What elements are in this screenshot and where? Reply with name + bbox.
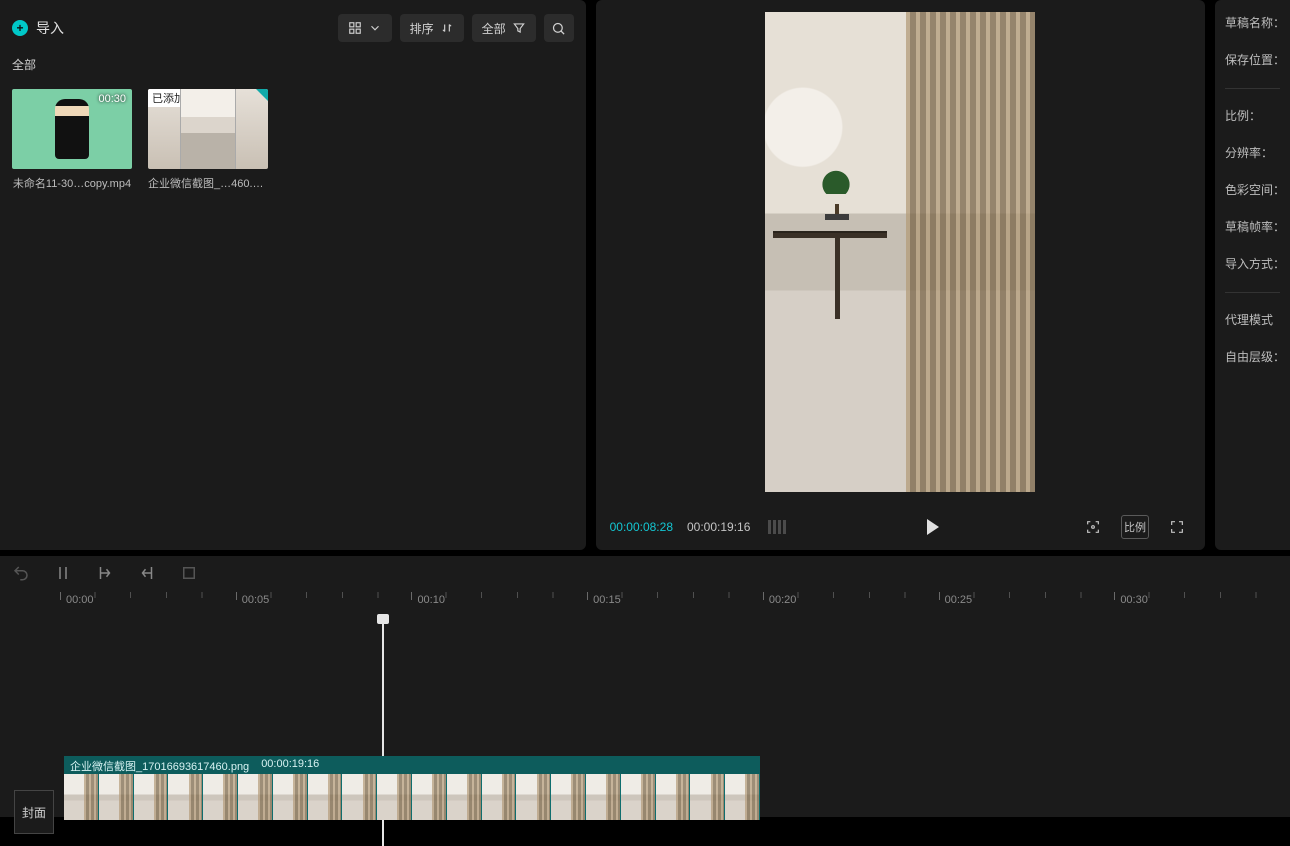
import-button[interactable]: + 导入 [12,18,64,38]
trim-left-button[interactable] [96,564,114,585]
view-mode-button[interactable] [338,14,392,42]
aspect-button[interactable]: 比例 [1121,515,1149,539]
media-item-video[interactable]: 00:30 未命名11-30…copy.mp4 [12,89,132,191]
search-icon [551,21,566,36]
filter-label: 全部 [482,20,506,37]
ruler-tick: 00:15 [593,594,621,606]
trim-right-icon [138,564,156,582]
prop-resolution: 分辨率： [1225,144,1280,161]
trim-left-icon [96,564,114,582]
media-item-image[interactable]: 已添加 企业微信截图_…460.png [148,89,268,191]
preview-panel: 00:00:08:28 00:00:19:16 比例 [596,0,1205,550]
prop-import-mode: 导入方式： [1225,255,1280,272]
sort-button[interactable]: 排序 [400,14,464,42]
crop-icon [180,564,198,582]
ruler-tick: 00:25 [945,594,973,606]
reset-zoom-button[interactable] [1079,515,1107,539]
prop-draft-fps: 草稿帧率： [1225,218,1280,235]
filter-icon [512,21,526,35]
clip-duration: 00:00:19:16 [261,758,319,772]
play-button[interactable] [927,519,939,535]
timeline-tools [0,556,1290,592]
undo-button[interactable] [12,564,30,585]
tab-all[interactable]: 全部 [12,58,36,72]
sort-icon [440,21,454,35]
fullscreen-button[interactable] [1163,515,1191,539]
undo-icon [12,564,30,582]
focus-icon [1085,519,1101,535]
cover-button[interactable]: 封面 [14,790,54,834]
ruler-tick: 00:30 [1120,594,1148,606]
corner-mark-icon [256,89,268,101]
media-grid: 00:30 未命名11-30…copy.mp4 已添加 企业微信截图_…460.… [0,81,586,199]
ruler-tick: 00:10 [417,594,445,606]
media-toolbar: + 导入 排序 全部 [0,0,586,56]
media-filename: 企业微信截图_…460.png [148,175,268,191]
clip-header: 企业微信截图_17016693617460.png 00:00:19:16 [64,756,760,774]
media-duration: 00:30 [98,93,126,105]
clip-name: 企业微信截图_17016693617460.png [70,758,249,772]
split-icon [54,564,72,582]
timeline-panel: 00:00 00:05 00:10 00:15 00:20 00:25 00:3… [0,556,1290,817]
filter-button[interactable]: 全部 [472,14,536,42]
timecode-total: 00:00:19:16 [687,520,750,534]
grid-icon [348,21,362,35]
preview-frame [765,12,1035,492]
prop-color-space: 色彩空间： [1225,181,1280,198]
preview-stage[interactable] [596,0,1205,504]
media-panel: + 导入 排序 全部 [0,0,586,550]
clip-thumbs [64,774,760,820]
import-label: 导入 [36,18,64,38]
timeline-ruler[interactable]: 00:00 00:05 00:10 00:15 00:20 00:25 00:3… [60,592,1290,616]
aspect-label: 比例 [1124,519,1146,535]
fullscreen-icon [1169,519,1185,535]
preview-bar: 00:00:08:28 00:00:19:16 比例 [596,504,1205,550]
cover-label: 封面 [22,804,46,821]
ruler-tick: 00:00 [66,594,94,606]
timeline-tracks[interactable]: 封面 企业微信截图_17016693617460.png 00:00:19:16 [0,616,1290,817]
prop-ratio: 比例： [1225,88,1280,124]
ruler-tick: 00:05 [242,594,270,606]
ruler-tick: 00:20 [769,594,797,606]
columns-icon[interactable] [768,520,786,534]
chevron-down-icon [368,21,382,35]
timecode-current: 00:00:08:28 [610,520,673,534]
media-filename: 未命名11-30…copy.mp4 [12,175,132,191]
prop-save-path: 保存位置： [1225,51,1280,68]
prop-proxy-mode: 代理模式 [1225,292,1280,328]
split-button[interactable] [54,564,72,585]
timeline-clip[interactable]: 企业微信截图_17016693617460.png 00:00:19:16 [64,756,760,820]
crop-button[interactable] [180,564,198,585]
prop-free-layer: 自由层级： [1225,348,1280,365]
sort-label: 排序 [410,20,434,37]
trim-right-button[interactable] [138,564,156,585]
properties-panel: 草稿名称： 保存位置： 比例： 分辨率： 色彩空间： 草稿帧率： 导入方式： 代… [1215,0,1290,550]
media-thumb: 已添加 [148,89,268,169]
search-button[interactable] [544,14,574,42]
plus-icon: + [12,20,28,36]
prop-draft-name: 草稿名称： [1225,14,1280,31]
media-thumb: 00:30 [12,89,132,169]
